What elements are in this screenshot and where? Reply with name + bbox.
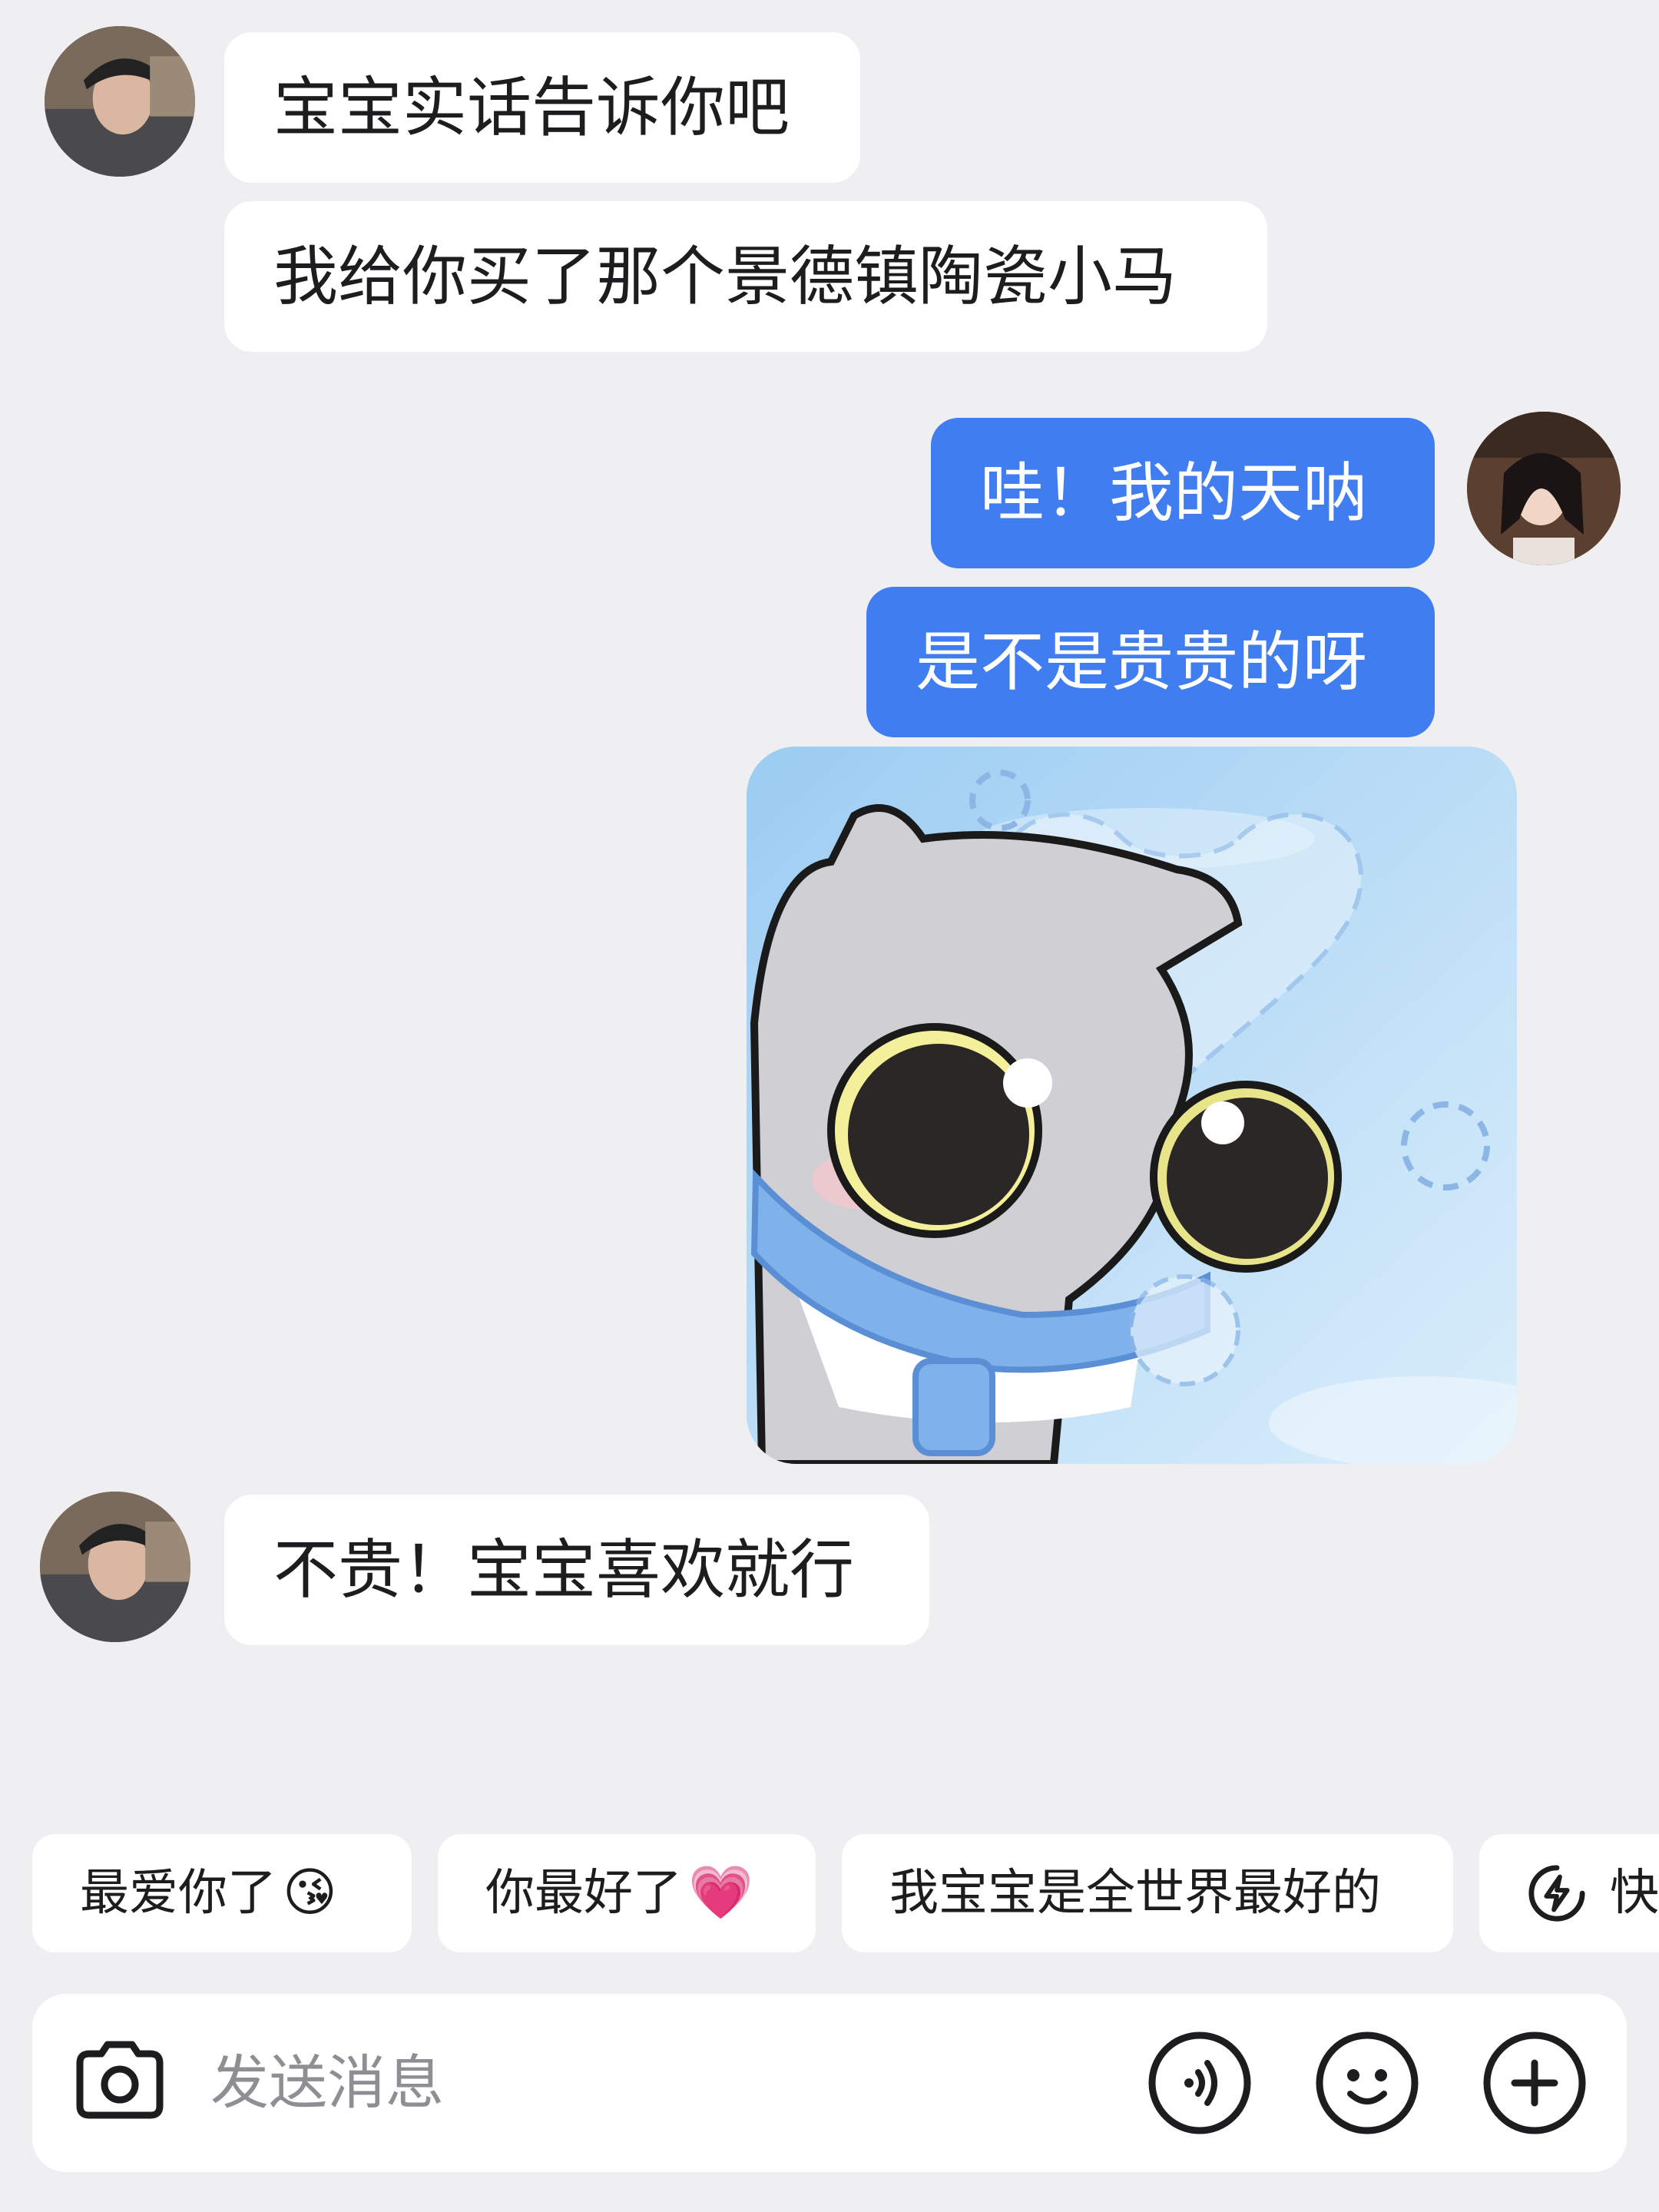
message-text: 宝宝实话告诉你吧 — [273, 70, 790, 145]
quick-reply-label: 你最好了 — [485, 1865, 682, 1922]
message-bubble-incoming[interactable]: 我给你买了那个景德镇陶瓷小马 — [224, 201, 1267, 352]
kiss-emoji-icon: 😘 — [283, 1863, 337, 1923]
quick-reply-label: 我宝宝是全世界最好的 — [889, 1865, 1381, 1922]
message-text: 不贵！宝宝喜欢就行 — [273, 1532, 855, 1608]
message-text: 哇！我的天呐 — [980, 455, 1368, 531]
my-avatar[interactable] — [1467, 412, 1621, 565]
plus-icon[interactable] — [1481, 2029, 1588, 2137]
contact-avatar[interactable] — [40, 1492, 190, 1642]
quick-reply-label: 快 — [1610, 1865, 1659, 1922]
quick-reply-chip[interactable]: 最爱你了 😘 — [32, 1834, 412, 1952]
quick-reply-chip[interactable]: 我宝宝是全世界最好的 — [842, 1834, 1453, 1952]
message-bubble-incoming[interactable]: 宝宝实话告诉你吧 — [224, 32, 860, 183]
message-text: 我给你买了那个景德镇陶瓷小马 — [273, 239, 1177, 314]
cat-sticker-icon[interactable] — [747, 747, 1517, 1464]
camera-icon[interactable] — [68, 2029, 172, 2134]
quick-reply-chip[interactable]: 快 — [1479, 1834, 1659, 1952]
my-avatar-image — [1467, 412, 1621, 565]
quick-reply-bar: 最爱你了 😘 你最好了 💗 我宝宝是全世界最好的 快 — [0, 1834, 1659, 1952]
message-bubble-outgoing[interactable]: 哇！我的天呐 — [931, 418, 1435, 568]
voice-icon[interactable] — [1146, 2029, 1253, 2137]
quick-reply-label: 最爱你了 — [80, 1865, 276, 1922]
message-input[interactable]: 发送消息 — [210, 1994, 444, 2172]
emoji-icon[interactable] — [1313, 2029, 1421, 2137]
chat-screen: 宝宝实话告诉你吧 我给你买了那个景德镇陶瓷小马 哇！我的天呐 是不是贵贵的呀 不… — [0, 0, 1659, 2212]
message-bubble-incoming[interactable]: 不贵！宝宝喜欢就行 — [224, 1495, 929, 1645]
message-bubble-outgoing[interactable]: 是不是贵贵的呀 — [866, 587, 1435, 737]
message-text: 是不是贵贵的呀 — [916, 624, 1368, 700]
quick-reply-chip[interactable]: 你最好了 💗 — [438, 1834, 816, 1952]
contact-avatar-image — [40, 1492, 190, 1642]
contact-avatar-image — [45, 26, 195, 177]
contact-avatar[interactable] — [45, 26, 195, 177]
message-input-bar: 发送消息 — [32, 1994, 1627, 2172]
lightning-icon — [1528, 1865, 1585, 1922]
heart-emoji-icon: 💗 — [688, 1863, 753, 1923]
